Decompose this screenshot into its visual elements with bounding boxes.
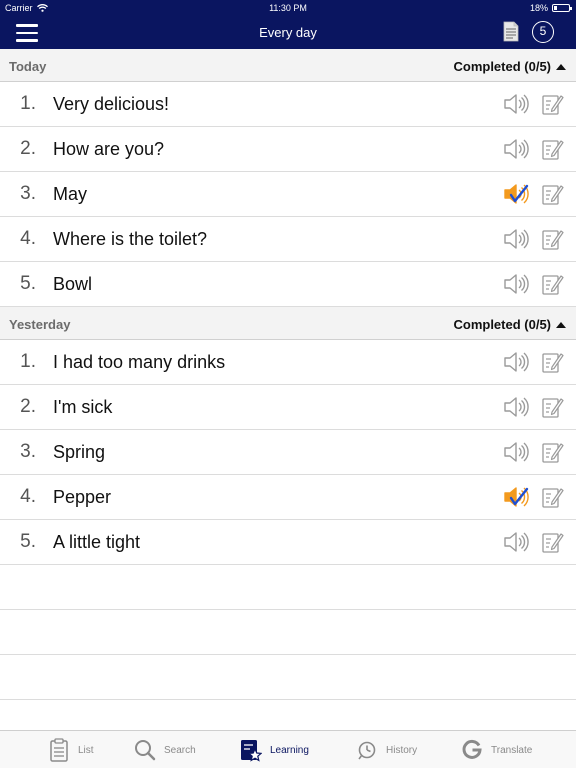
section-title: Today: [9, 59, 47, 74]
empty-row: [0, 655, 576, 700]
speaker-icon[interactable]: [503, 350, 529, 374]
tab-label: Search: [164, 744, 196, 756]
list-item[interactable]: 3. Spring: [0, 430, 576, 475]
item-number: 3.: [20, 441, 36, 462]
speaker-icon[interactable]: [503, 440, 529, 464]
collapse-triangle-icon: [556, 321, 566, 328]
item-phrase: I'm sick: [53, 397, 113, 417]
item-number: 5.: [20, 531, 36, 552]
list-item[interactable]: 1. I had too many drinks: [0, 340, 576, 385]
item-phrase: May: [53, 184, 88, 204]
battery-percent: 18%: [529, 3, 548, 13]
speaker-checked-icon[interactable]: [503, 485, 529, 509]
list-item[interactable]: 3. May: [0, 172, 576, 217]
history-clock-icon: [358, 741, 376, 760]
item-number: 1.: [20, 351, 36, 372]
tab-label: History: [386, 744, 418, 756]
item-number: 3.: [20, 183, 36, 204]
status-time: 11:30 PM: [269, 3, 307, 13]
nav-bar: Every day 5: [0, 16, 576, 49]
search-icon: [135, 740, 156, 761]
tab-label: Translate: [491, 744, 533, 756]
list-item[interactable]: 2. I'm sick: [0, 385, 576, 430]
list-item[interactable]: 1. Very delicious!: [0, 82, 576, 127]
item-phrase: Spring: [53, 442, 106, 462]
status-right: 18%: [529, 3, 572, 13]
speaker-icon[interactable]: [503, 137, 529, 161]
edit-note-icon[interactable]: [540, 440, 564, 464]
battery-fill: [554, 6, 557, 10]
completed-toggle[interactable]: Completed (0/5): [453, 317, 566, 332]
count-badge[interactable]: 5: [532, 21, 554, 43]
translate-g-icon: [462, 739, 482, 759]
tab-label: List: [78, 744, 94, 756]
item-phrase: Pepper: [53, 487, 112, 507]
empty-row: [0, 565, 576, 610]
edit-note-icon[interactable]: [540, 182, 564, 206]
speaker-icon[interactable]: [503, 530, 529, 554]
speaker-checked-icon[interactable]: [503, 182, 529, 206]
edit-note-icon[interactable]: [540, 137, 564, 161]
edit-note-icon[interactable]: [540, 227, 564, 251]
item-phrase: Bowl: [53, 274, 93, 294]
section-title: Yesterday: [9, 317, 71, 332]
speaker-icon[interactable]: [503, 272, 529, 296]
speaker-icon[interactable]: [503, 395, 529, 419]
status-bar: Carrier 11:30 PM 18%: [0, 0, 576, 16]
item-phrase: A little tight: [53, 532, 141, 552]
clipboard-icon: [50, 738, 68, 762]
item-phrase: How are you?: [53, 139, 165, 159]
section-header-yesterday: Yesterday Completed (0/5): [0, 307, 576, 340]
tab-translate[interactable]: Translate: [461, 737, 532, 763]
tab-label: Learning: [270, 744, 309, 756]
page-title: Every day: [259, 25, 317, 40]
list-item[interactable]: 4. Where is the toilet?: [0, 217, 576, 262]
learning-star-icon: [241, 740, 262, 762]
completed-toggle[interactable]: Completed (0/5): [453, 59, 566, 74]
item-phrase: Very delicious!: [53, 94, 170, 114]
tab-bar: List Search Learning History Translate: [0, 730, 576, 768]
tab-list[interactable]: List: [48, 737, 94, 763]
speaker-icon[interactable]: [503, 227, 529, 251]
edit-note-icon[interactable]: [540, 350, 564, 374]
item-number: 5.: [20, 273, 36, 294]
section-header-today: Today Completed (0/5): [0, 49, 576, 82]
edit-note-icon[interactable]: [540, 530, 564, 554]
tab-search[interactable]: Search: [134, 737, 196, 763]
item-phrase: Where is the toilet?: [53, 229, 208, 249]
tab-history[interactable]: History: [356, 737, 417, 763]
edit-note-icon[interactable]: [540, 395, 564, 419]
completed-status: Completed (0/5): [453, 317, 551, 332]
item-phrase: I had too many drinks: [53, 352, 226, 372]
item-number: 2.: [20, 138, 36, 159]
battery-icon: [552, 4, 572, 12]
list-item[interactable]: 5. Bowl: [0, 262, 576, 307]
item-number: 4.: [20, 228, 36, 249]
edit-note-icon[interactable]: [540, 272, 564, 296]
item-number: 2.: [20, 396, 36, 417]
tab-learning[interactable]: Learning: [240, 737, 309, 763]
item-number: 4.: [20, 486, 36, 507]
list-item[interactable]: 4. Pepper: [0, 475, 576, 520]
empty-row: [0, 610, 576, 655]
notes-document-icon[interactable]: [502, 21, 520, 43]
speaker-icon[interactable]: [503, 92, 529, 116]
edit-note-icon[interactable]: [540, 92, 564, 116]
list-item[interactable]: 2. How are you?: [0, 127, 576, 172]
item-number: 1.: [20, 93, 36, 114]
list-item[interactable]: 5. A little tight: [0, 520, 576, 565]
completed-status: Completed (0/5): [453, 59, 551, 74]
edit-note-icon[interactable]: [540, 485, 564, 509]
collapse-triangle-icon: [556, 63, 566, 70]
